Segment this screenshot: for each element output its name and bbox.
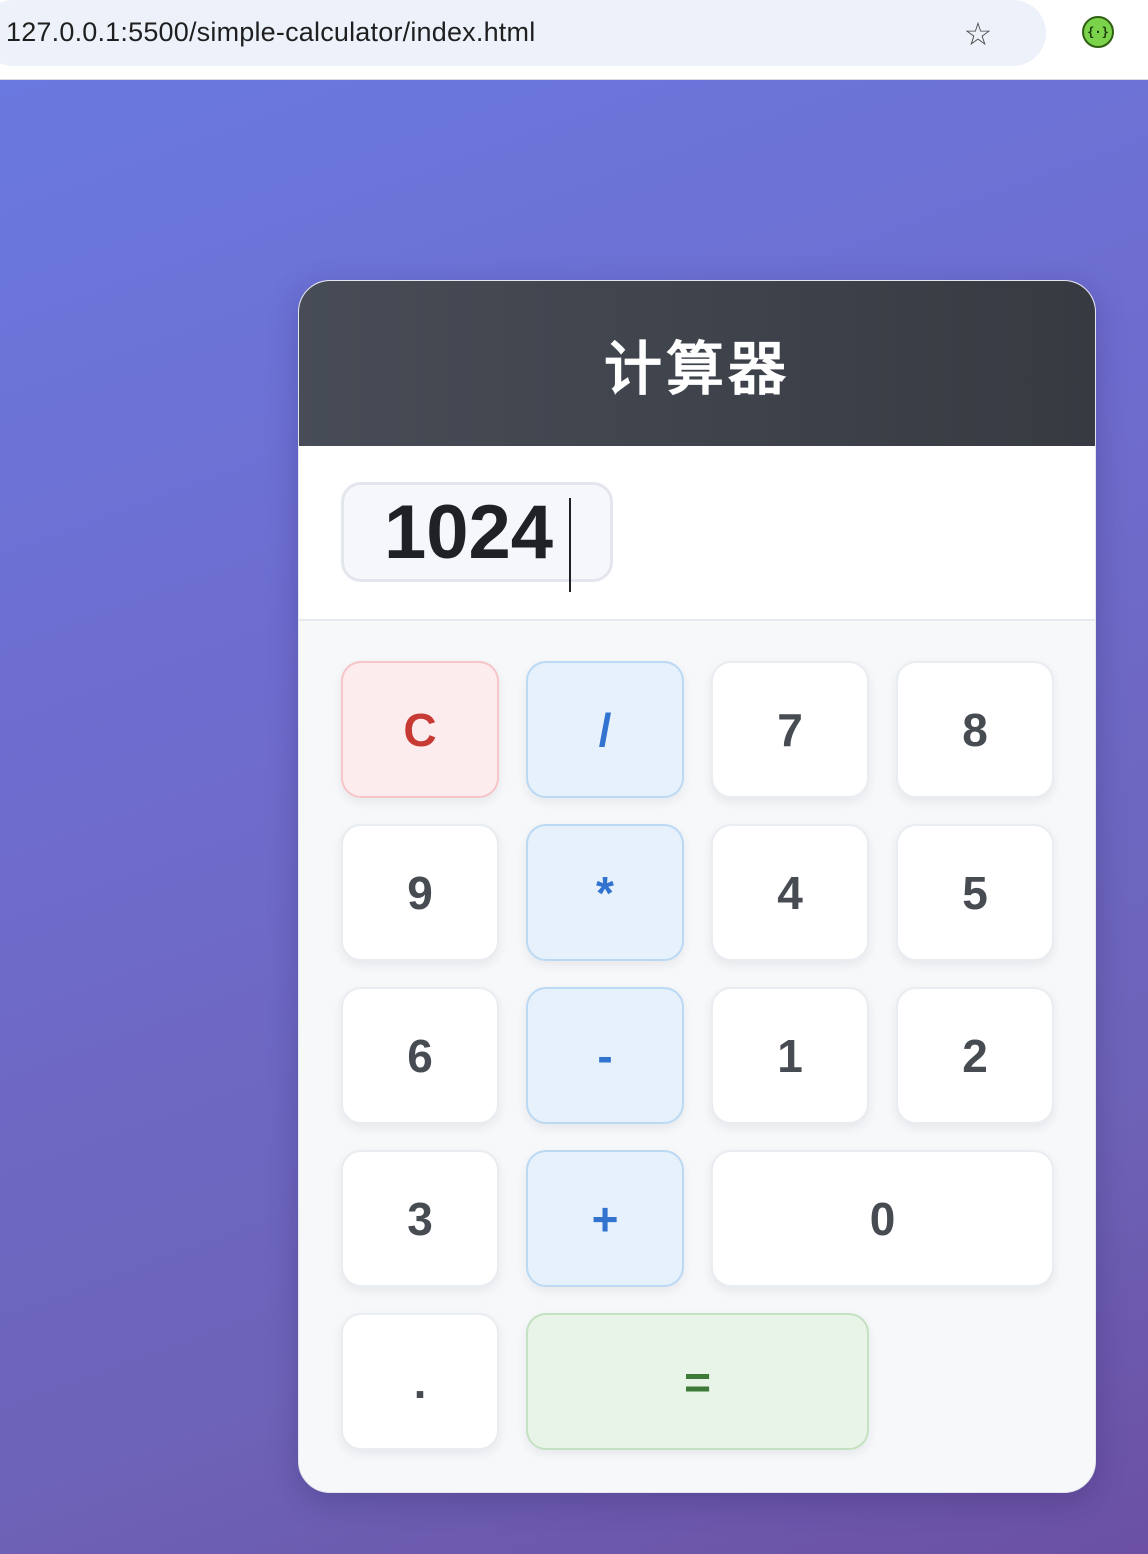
digit-1-button[interactable]: 1 (711, 987, 869, 1124)
browser-toolbar: 127.0.0.1:5500/simple-calculator/index.h… (0, 0, 1148, 80)
digit-2-button[interactable]: 2 (896, 987, 1054, 1124)
display-area (299, 446, 1095, 621)
decimal-point-button[interactable]: . (341, 1313, 499, 1450)
digit-0-button[interactable]: 0 (711, 1150, 1054, 1287)
divide-button[interactable]: / (526, 661, 684, 798)
digit-5-button[interactable]: 5 (896, 824, 1054, 961)
bookmark-star-icon[interactable]: ☆ (958, 14, 998, 54)
digit-8-button[interactable]: 8 (896, 661, 1054, 798)
text-caret (569, 498, 571, 592)
subtract-button[interactable]: - (526, 987, 684, 1124)
equals-button[interactable]: = (526, 1313, 869, 1450)
keypad: C / 7 8 9 * 4 5 6 - 1 2 3 + 0 . = (341, 661, 1055, 1450)
address-bar[interactable]: 127.0.0.1:5500/simple-calculator/index.h… (0, 0, 1046, 66)
digit-6-button[interactable]: 6 (341, 987, 499, 1124)
calculator-header: 计算器 (299, 281, 1095, 446)
extension-icon[interactable]: {·} (1082, 16, 1114, 48)
multiply-button[interactable]: * (526, 824, 684, 961)
clear-button[interactable]: C (341, 661, 499, 798)
digit-4-button[interactable]: 4 (711, 824, 869, 961)
page-background: 计算器 C / 7 8 9 * 4 5 6 - 1 2 3 + 0 . = (0, 80, 1148, 1554)
digit-7-button[interactable]: 7 (711, 661, 869, 798)
display-input[interactable] (341, 482, 613, 582)
digit-9-button[interactable]: 9 (341, 824, 499, 961)
calculator-title: 计算器 (603, 334, 790, 403)
digit-3-button[interactable]: 3 (341, 1150, 499, 1287)
url-text[interactable]: 127.0.0.1:5500/simple-calculator/index.h… (6, 17, 535, 48)
add-button[interactable]: + (526, 1150, 684, 1287)
calculator-card: 计算器 C / 7 8 9 * 4 5 6 - 1 2 3 + 0 . = (298, 280, 1096, 1493)
